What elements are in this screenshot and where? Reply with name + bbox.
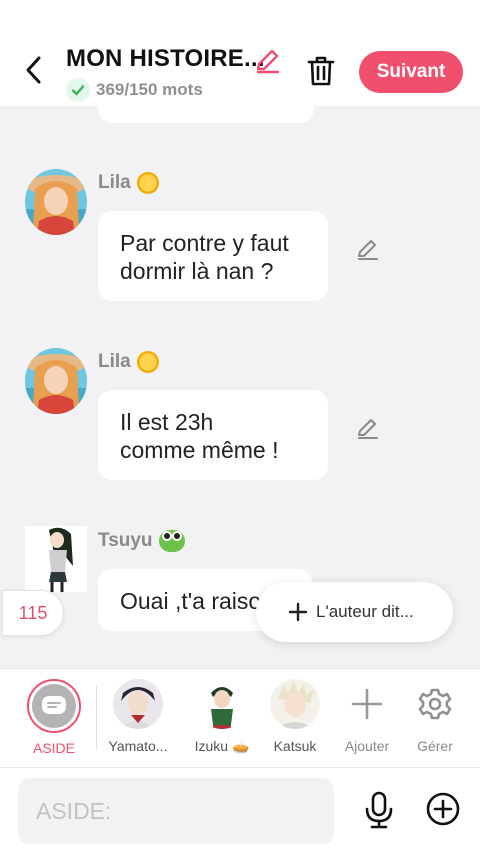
character-izuku[interactable]: Izuku 🥧 [183, 679, 261, 755]
character-katsuki[interactable]: Katsuk [256, 679, 334, 754]
chevron-left-icon [26, 56, 41, 84]
message-input[interactable] [18, 778, 334, 844]
character-label: Yamato... [108, 738, 168, 754]
speaker-name: Lila [98, 172, 159, 194]
avatar-katsuki [270, 679, 320, 729]
gear-icon [410, 679, 460, 729]
character-label: ASIDE [32, 740, 75, 756]
input-bar [0, 768, 480, 854]
character-label: Katsuk [273, 738, 317, 754]
word-count-text: 369/150 mots [96, 80, 203, 99]
edit-message-button[interactable] [354, 235, 382, 263]
avatar-tsuyu [25, 526, 87, 592]
avatar-yamato [113, 679, 163, 729]
message-bubble: Il est 23h comme même ! [98, 390, 328, 480]
character-label: Ajouter [344, 738, 390, 754]
pencil-icon [358, 419, 378, 439]
avatar-izuku [197, 679, 247, 729]
check-icon [66, 78, 90, 102]
avatar-lila [25, 169, 87, 235]
sun-emoji-icon [136, 172, 159, 194]
message-bubble-partial [98, 106, 314, 123]
next-button[interactable]: Suivant [359, 51, 463, 93]
author-says-button[interactable]: L'auteur dit... [256, 582, 453, 642]
trash-icon [307, 56, 335, 86]
character-label: Gérer [417, 738, 453, 754]
message-bubble: Par contre y faut dormir là nan ? [98, 211, 328, 301]
sun-emoji-icon [136, 351, 159, 373]
plus-circle-icon [426, 792, 460, 826]
pencil-icon [256, 49, 280, 74]
speaker-name: Lila [98, 351, 159, 373]
aside-avatar [27, 679, 81, 733]
chat-bubble-icon [42, 696, 66, 714]
manage-button[interactable]: Gérer [396, 679, 474, 754]
plus-icon [288, 602, 308, 622]
word-count: 369/150 mots [66, 78, 203, 102]
character-aside[interactable]: ASIDE [15, 679, 93, 756]
character-bar: ASIDE Yamato... Izuku 🥧 Katsuk Ajouter G… [0, 668, 480, 768]
character-yamato[interactable]: Yamato... [99, 679, 177, 754]
story-title: MON HISTOIRE... [66, 45, 265, 72]
edit-message-button[interactable] [354, 414, 382, 442]
character-label: Izuku 🥧 [194, 738, 250, 754]
speaker-name: Tsuyu [98, 530, 185, 552]
microphone-button[interactable] [362, 790, 396, 830]
avatar-lila [25, 348, 87, 414]
frog-emoji-icon [158, 530, 185, 552]
app-header: MON HISTOIRE... 369/150 mots Suivant [0, 0, 480, 106]
microphone-icon [365, 791, 393, 829]
counter-badge[interactable]: 115 [2, 590, 64, 636]
pencil-icon [358, 240, 378, 260]
add-character-button[interactable]: Ajouter [328, 679, 406, 754]
back-button[interactable] [16, 52, 50, 88]
divider [96, 685, 97, 749]
plus-icon [342, 679, 392, 729]
edit-title-button[interactable] [253, 46, 283, 76]
add-button[interactable] [425, 791, 461, 827]
delete-button[interactable] [302, 52, 340, 90]
